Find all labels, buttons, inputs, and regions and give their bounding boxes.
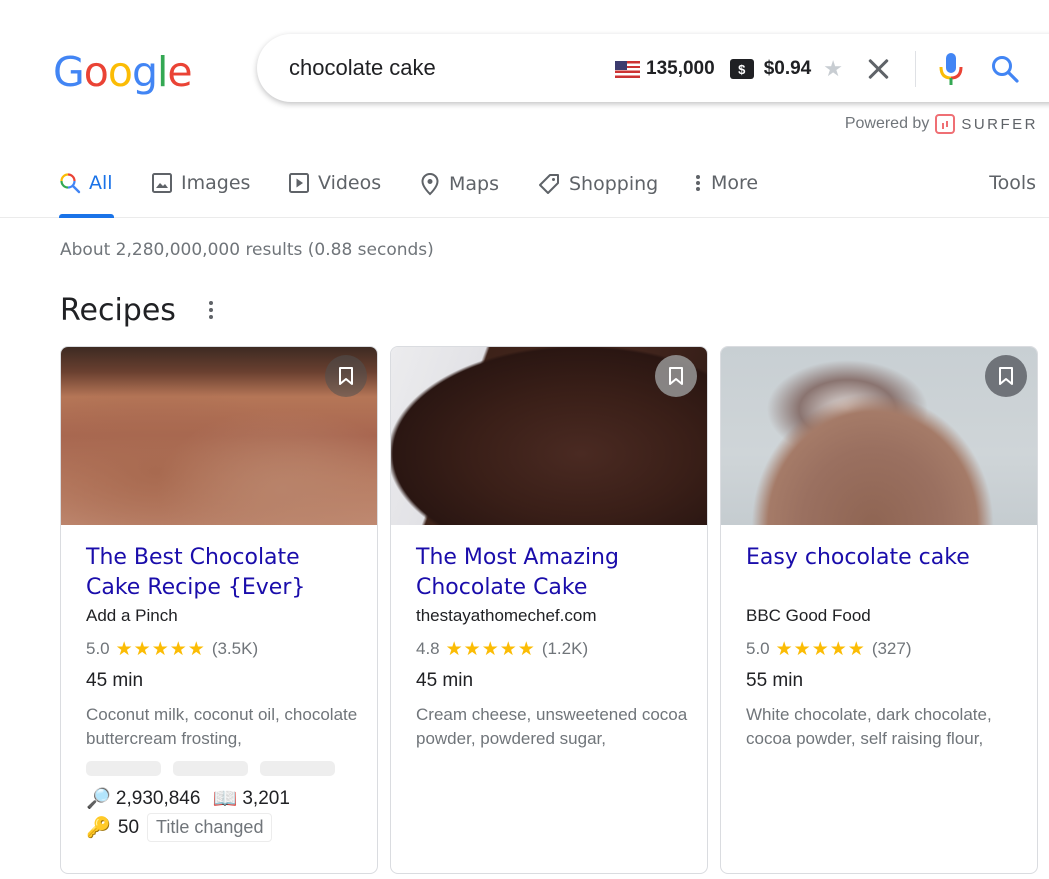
search-count: 2,930,846 <box>115 787 201 809</box>
logo-letter: G <box>53 48 85 96</box>
rating-stars-icon: ★★★★★ <box>775 638 866 660</box>
tab-all[interactable]: All <box>59 172 113 194</box>
tab-more[interactable]: More <box>693 172 758 194</box>
bookmark-icon <box>339 367 353 385</box>
tab-maps[interactable]: Maps <box>419 172 499 196</box>
review-count: (327) <box>871 639 912 658</box>
image-icon <box>151 172 173 194</box>
tab-label: Videos <box>318 172 382 194</box>
tab-label: Images <box>181 172 251 194</box>
loading-placeholders <box>86 761 361 776</box>
review-count: (1.2K) <box>541 639 589 658</box>
google-logo[interactable]: Google <box>53 48 193 96</box>
logo-letter: o <box>83 48 109 96</box>
tag-icon <box>537 172 561 196</box>
surfer-logo-icon <box>935 114 956 134</box>
bookmark-icon <box>669 367 683 385</box>
rating-stars-icon: ★★★★★ <box>445 638 536 660</box>
cook-time: 45 min <box>416 670 474 691</box>
search-volume: 135,000 <box>646 58 715 79</box>
recipe-title[interactable]: The Most Amazing Chocolate Cake <box>416 543 691 603</box>
recipe-source: BBC Good Food <box>746 606 871 625</box>
logo-letter: g <box>131 48 158 96</box>
book-icon: 📖 <box>212 788 238 810</box>
more-vert-icon <box>693 172 703 194</box>
recipe-title[interactable]: The Best Chocolate Cake Recipe {Ever} <box>86 543 361 603</box>
clear-search-icon[interactable] <box>863 54 893 84</box>
ingredients: Coconut milk, coconut oil, chocolate but… <box>86 705 358 748</box>
recipe-title[interactable]: Easy chocolate cake <box>746 543 1021 603</box>
play-icon <box>288 172 310 194</box>
tab-images[interactable]: Images <box>151 172 250 194</box>
placeholder-bar <box>86 761 161 776</box>
cook-time: 45 min <box>86 670 144 691</box>
cook-time: 55 min <box>746 670 804 691</box>
bookmark-icon <box>999 367 1013 385</box>
logo-letter: l <box>157 48 168 96</box>
search-box-right: 135,000 $ $0.94 ★ <box>615 51 1020 87</box>
search-tabs: All Images Videos Maps Shopping More Too… <box>0 160 1049 218</box>
rating-value: 4.8 <box>416 639 440 658</box>
rating-row: 5.0 ★★★★★ (3.5K) <box>86 632 361 666</box>
status-badge: Title changed <box>147 813 273 842</box>
key-icon: 🔑 <box>86 817 111 839</box>
voice-search-icon[interactable] <box>936 51 966 87</box>
page-count: 3,201 <box>242 787 290 809</box>
ingredients: Cream cheese, unsweetened cocoa powder, … <box>416 705 688 748</box>
rating-row: 4.8 ★★★★★ (1.2K) <box>416 632 691 666</box>
placeholder-bar <box>260 761 335 776</box>
rating-value: 5.0 <box>746 639 770 658</box>
recipe-source: Add a Pinch <box>86 606 178 625</box>
tab-shopping[interactable]: Shopping <box>537 172 658 196</box>
save-recipe-button[interactable] <box>655 355 697 397</box>
powered-by-label: Powered by <box>844 115 930 132</box>
logo-letter: e <box>167 48 192 96</box>
search-icon[interactable] <box>990 54 1020 84</box>
cpc-icon: $ <box>729 59 754 79</box>
recipe-card[interactable]: Easy chocolate cake BBC Good Food 5.0 ★★… <box>720 346 1038 874</box>
placeholder-bar <box>173 761 248 776</box>
search-input[interactable]: chocolate cake <box>289 55 436 81</box>
ingredients: White chocolate, dark chocolate, cocoa p… <box>746 705 992 748</box>
tab-label: Shopping <box>569 173 659 195</box>
keyword-count: 50 <box>117 816 140 838</box>
recipe-card[interactable]: The Best Chocolate Cake Recipe {Ever} Ad… <box>60 346 378 874</box>
divider <box>914 51 916 87</box>
rating-row: 5.0 ★★★★★ (327) <box>746 632 1021 666</box>
tab-label: More <box>711 172 759 194</box>
tab-videos[interactable]: Videos <box>288 172 381 194</box>
save-recipe-button[interactable] <box>325 355 367 397</box>
cpc-value: $0.94 <box>763 58 812 79</box>
tools-button[interactable]: Tools <box>989 172 1036 194</box>
keyword-row: 🔑 50 Title changed <box>86 813 361 842</box>
powered-by-surfer: Powered by SURFER <box>845 114 1038 134</box>
section-menu-icon[interactable] <box>206 301 216 325</box>
review-count: (3.5K) <box>211 639 259 658</box>
result-stats: About 2,280,000,000 results (0.88 second… <box>60 240 434 260</box>
map-pin-icon <box>419 172 441 196</box>
section-title: Recipes <box>60 293 176 328</box>
tab-label: All <box>89 172 113 194</box>
active-tab-indicator <box>59 214 114 218</box>
rating-value: 5.0 <box>86 639 110 658</box>
tab-label: Maps <box>449 173 499 195</box>
rating-stars-icon: ★★★★★ <box>115 638 206 660</box>
metrics-row: 🔎 2,930,846 📖 3,201 <box>86 786 361 811</box>
search-icon <box>59 172 81 194</box>
surfer-brand: SURFER <box>961 115 1038 133</box>
recipe-card[interactable]: The Most Amazing Chocolate Cake thestaya… <box>390 346 708 874</box>
logo-letter: o <box>107 48 133 96</box>
us-flag-icon <box>615 60 640 78</box>
search-box[interactable]: chocolate cake 135,000 $ $0.94 ★ <box>257 34 1049 102</box>
save-recipe-button[interactable] <box>985 355 1027 397</box>
favorite-star-icon[interactable]: ★ <box>823 56 843 82</box>
magnifier-icon: 🔎 <box>86 788 111 810</box>
recipe-source: thestayathomechef.com <box>416 606 597 625</box>
